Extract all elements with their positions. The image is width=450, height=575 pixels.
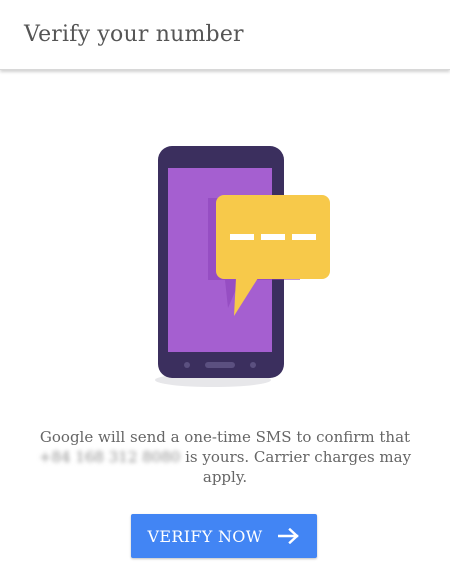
sms-info-message: Google will send a one-time SMS to confi…: [20, 427, 430, 487]
sms-illustration: [150, 140, 340, 390]
message-text-end: is yours. Carrier charges may apply.: [180, 448, 412, 486]
phone-sms-icon: [155, 146, 330, 387]
verify-now-label: VERIFY NOW: [147, 526, 263, 546]
verify-now-button[interactable]: VERIFY NOW: [131, 514, 317, 558]
page-title: Verify your number: [24, 22, 244, 47]
arrow-right-icon: [278, 528, 300, 544]
message-text-start: Google will send a one-time SMS to confi…: [39, 428, 411, 446]
phone-number: +84 168 312 8080: [38, 448, 181, 466]
app-header: Verify your number: [0, 0, 450, 70]
